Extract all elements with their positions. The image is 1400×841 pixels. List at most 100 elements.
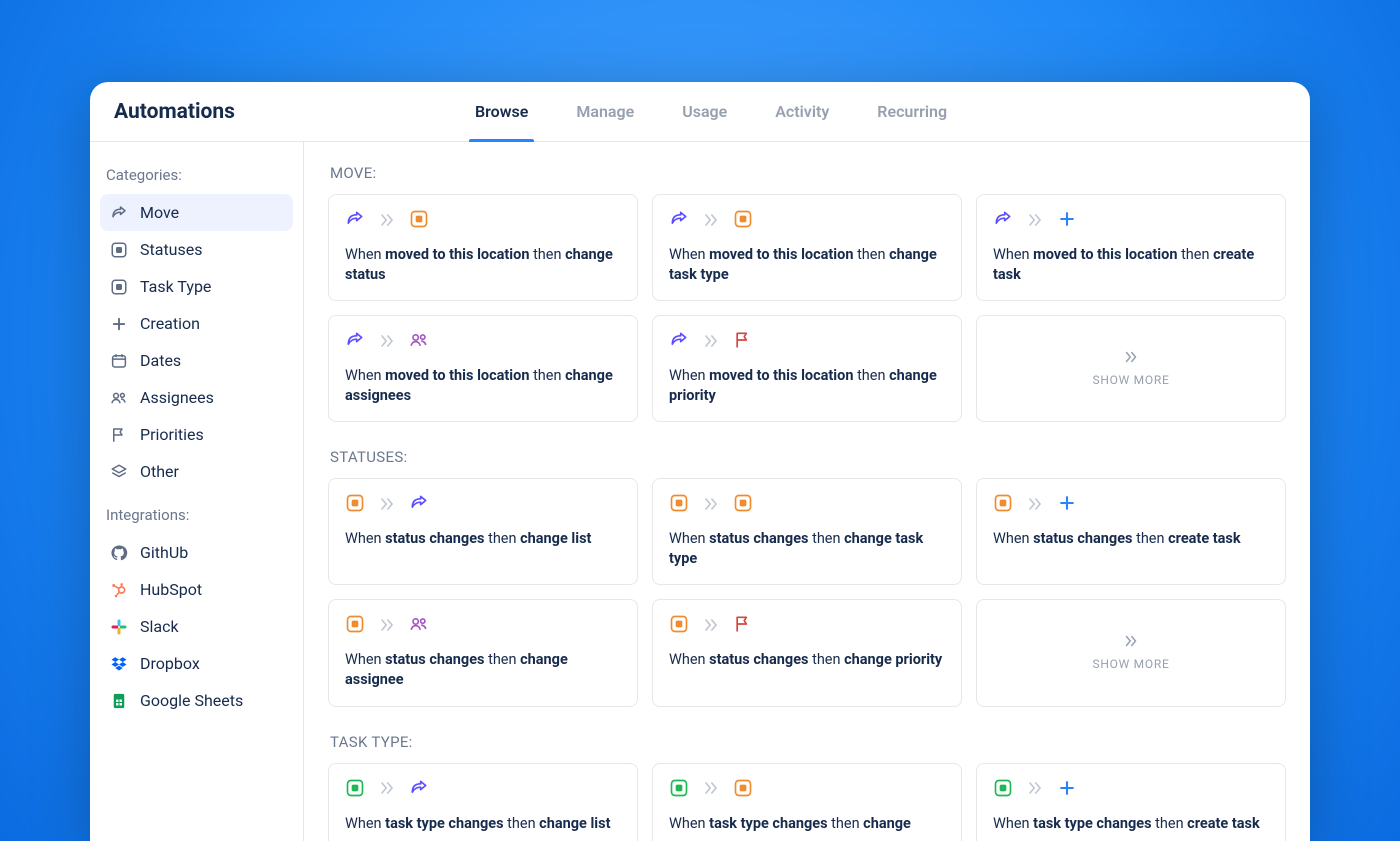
sidebar-item-label: Dates [140,351,181,370]
tab-manage[interactable]: Manage [576,82,634,141]
sidebar-item-label: Creation [140,314,200,333]
flag-icon [110,426,128,444]
show-more-card[interactable]: SHOW MORE [976,599,1286,706]
sidebar-integrations-label: Integrations: [106,506,285,524]
sidebar-item-label: Priorities [140,425,204,444]
automation-description: When task type changes then change [669,814,945,834]
chevrons-icon [701,778,721,801]
automation-description: When status changes then create task [993,529,1269,549]
automation-card[interactable]: When moved to this location then change … [328,194,638,301]
automation-card[interactable]: When moved to this location then change … [652,315,962,422]
sidebar-item-dropbox[interactable]: Dropbox [100,645,293,682]
sidebar-item-label: Task Type [140,277,211,296]
chevrons-icon [377,615,397,638]
automation-card[interactable]: When moved to this location then change … [652,194,962,301]
chevrons-icon [1025,210,1045,233]
sidebar-item-assignees[interactable]: Assignees [100,379,293,416]
status-icon [669,778,689,802]
sidebar-item-other[interactable]: Other [100,453,293,490]
sidebar-item-dates[interactable]: Dates [100,342,293,379]
sidebar-item-creation[interactable]: Creation [100,305,293,342]
sidebar-item-label: Dropbox [140,654,200,673]
automation-description: When task type changes then change list [345,814,621,834]
slack-icon [110,618,128,636]
automation-card[interactable]: When status changes then create task [976,478,1286,585]
card-icons [345,778,621,802]
automation-card[interactable]: When moved to this location then change … [328,315,638,422]
card-icons [669,778,945,802]
sidebar-item-move[interactable]: Move [100,194,293,231]
automation-grid: When status changes then change list Whe… [328,478,1286,706]
automation-description: When status changes then change list [345,529,621,549]
plus-icon [1057,493,1077,517]
sidebar-item-label: Other [140,462,179,481]
automation-card[interactable]: When status changes then change list [328,478,638,585]
chevrons-icon [1122,632,1140,653]
chevrons-icon [377,210,397,233]
status-icon [669,614,689,638]
flag-icon [733,614,753,638]
automation-grid: When moved to this location then change … [328,194,1286,422]
people-icon [409,330,429,354]
people-icon [409,614,429,638]
sidebar-item-hubspot[interactable]: HubSpot [100,571,293,608]
share-arrow-icon [993,209,1013,233]
automation-card[interactable]: When task type changes then change [652,763,962,841]
tab-browse[interactable]: Browse [475,82,528,141]
section-heading: TASK TYPE: [330,733,1286,751]
automation-card[interactable]: When status changes then change task typ… [652,478,962,585]
status-icon [993,778,1013,802]
sidebar-item-priorities[interactable]: Priorities [100,416,293,453]
section-heading: MOVE: [330,164,1286,182]
status-icon [345,493,365,517]
flag-icon [733,330,753,354]
dropbox-icon [110,655,128,673]
tab-activity[interactable]: Activity [775,82,829,141]
card-icons [345,209,621,233]
chevrons-icon [701,331,721,354]
sidebar-item-google sheets[interactable]: Google Sheets [100,682,293,719]
show-more-card[interactable]: SHOW MORE [976,315,1286,422]
status-icon [409,209,429,233]
sidebar-item-label: HubSpot [140,580,202,599]
status-icon [345,778,365,802]
card-icons [993,209,1269,233]
automation-card[interactable]: When task type changes then create task [976,763,1286,841]
automation-description: When moved to this location then change … [345,366,621,405]
automation-description: When status changes then change priority [669,650,945,670]
content: MOVE: When moved to this location then c… [304,142,1310,841]
status-icon [110,278,128,296]
sidebar: Categories: Move Statuses Task Type Crea… [90,142,304,841]
share-arrow-icon [345,209,365,233]
card-icons [669,493,945,517]
sidebar-item-github[interactable]: GithUb [100,534,293,571]
status-icon [733,493,753,517]
sidebar-item-label: GithUb [140,543,188,562]
sidebar-item-label: Google Sheets [140,691,243,710]
tab-recurring[interactable]: Recurring [877,82,947,141]
automation-card[interactable]: When moved to this location then create … [976,194,1286,301]
tabs: Browse Manage Usage Activity Recurring [475,82,947,141]
automation-description: When status changes then change task typ… [669,529,945,568]
sidebar-item-label: Assignees [140,388,214,407]
sidebar-item-slack[interactable]: Slack [100,608,293,645]
automation-card[interactable]: When status changes then change priority [652,599,962,706]
section-heading: STATUSES: [330,448,1286,466]
automation-grid: When task type changes then change list … [328,763,1286,841]
chevrons-icon [1025,494,1045,517]
chevrons-icon [701,494,721,517]
tab-usage[interactable]: Usage [682,82,727,141]
sidebar-item-statuses[interactable]: Statuses [100,231,293,268]
card-icons [993,493,1269,517]
automation-description: When task type changes then create task [993,814,1269,834]
card-icons [669,330,945,354]
chevrons-icon [377,778,397,801]
automation-description: When moved to this location then change … [669,366,945,405]
automation-description: When moved to this location then change … [669,245,945,284]
automation-card[interactable]: When task type changes then change list [328,763,638,841]
layers-icon [110,463,128,481]
sidebar-item-task type[interactable]: Task Type [100,268,293,305]
chevrons-icon [701,615,721,638]
automation-card[interactable]: When status changes then change assignee [328,599,638,706]
chevrons-icon [377,494,397,517]
